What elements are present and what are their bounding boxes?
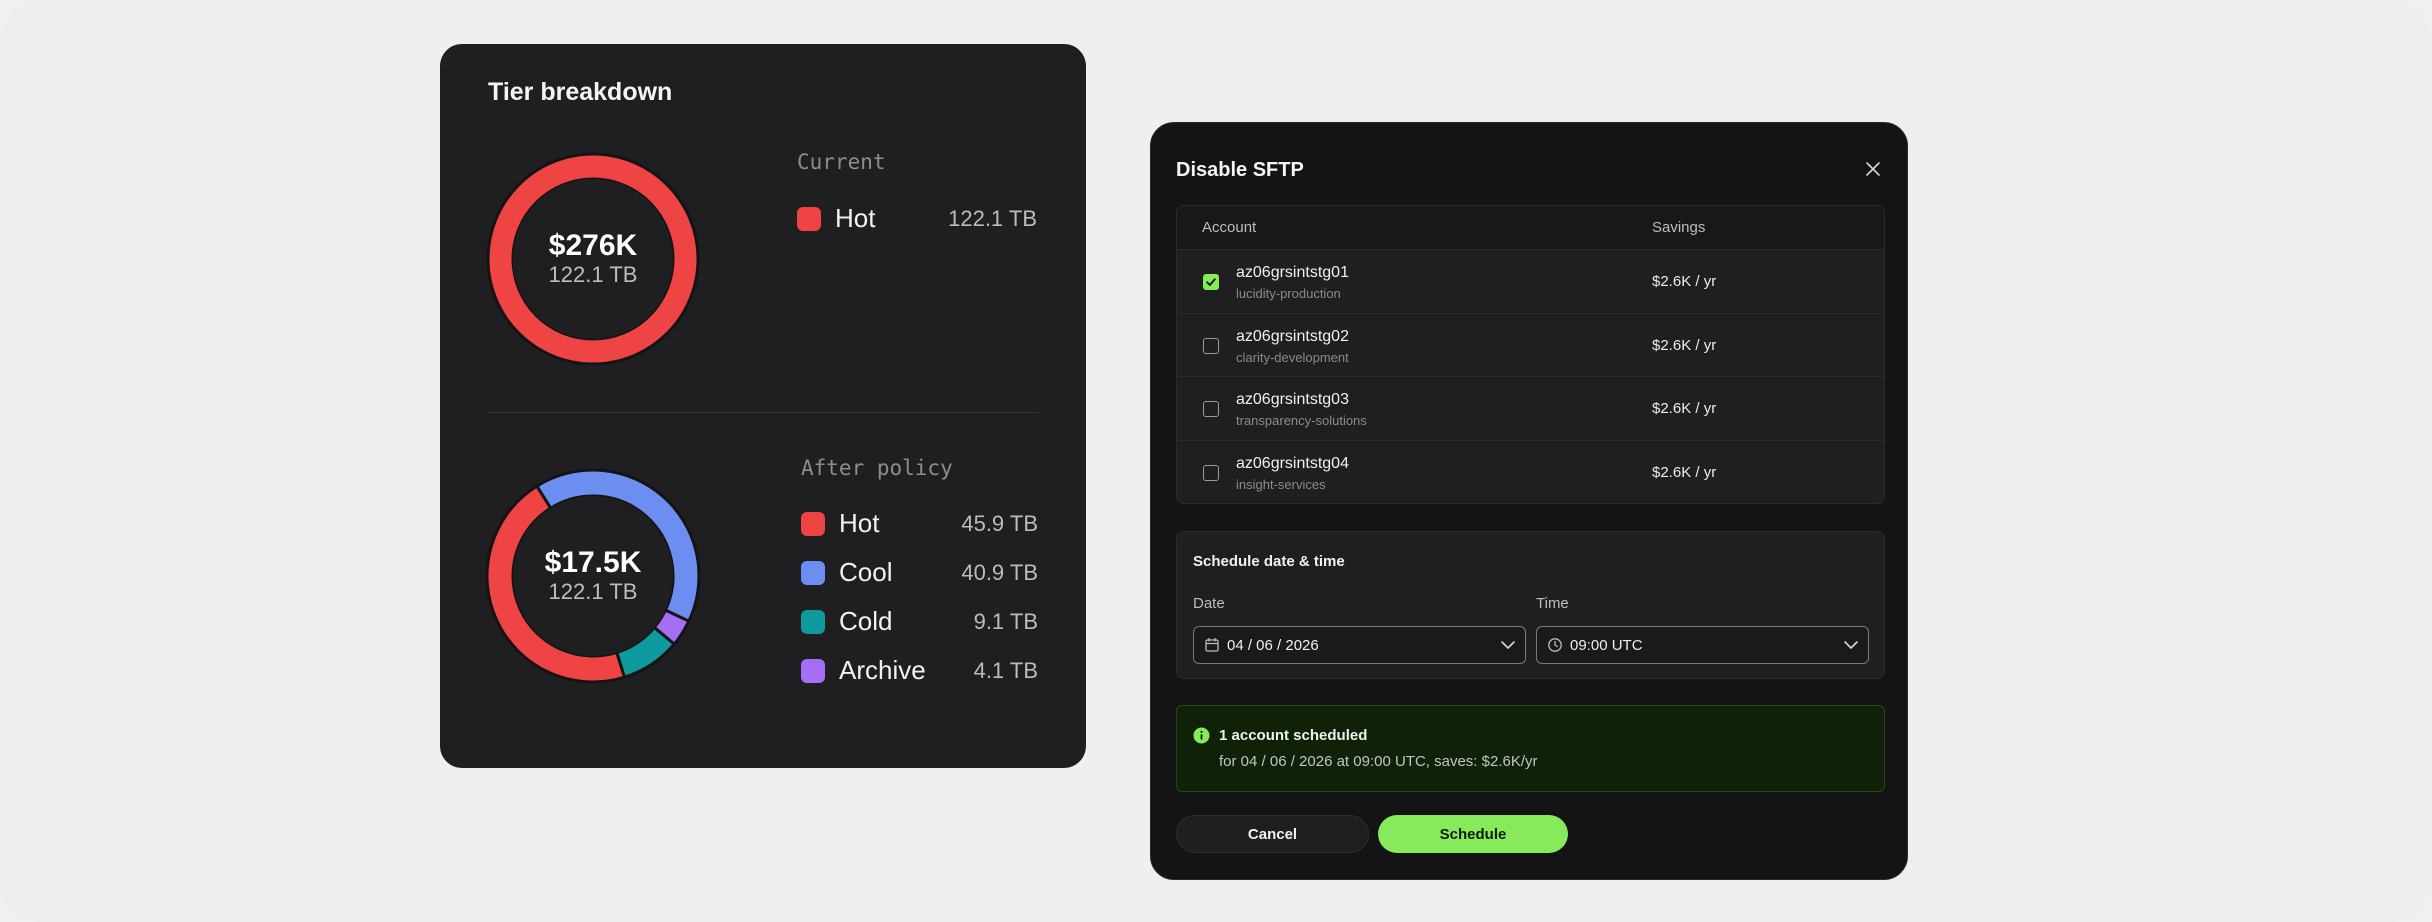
time-select[interactable]: 09:00 UTC <box>1536 626 1869 664</box>
table-row[interactable]: az06grsintstg01 lucidity-production $2.6K … <box>1177 250 1884 314</box>
chevron-down-icon <box>1844 641 1858 649</box>
tier-breakdown-title: Tier breakdown <box>488 78 673 106</box>
date-label: Date <box>1193 595 1225 612</box>
after-policy-legend-item: Hot 45.9 TB <box>801 499 1038 548</box>
account-subtitle: transparency-solutions <box>1236 413 1367 428</box>
column-header-account: Account <box>1202 219 1257 236</box>
after-policy-legend-name: Archive <box>839 655 926 685</box>
current-donut-chart: $276K 122.1 TB <box>485 151 701 367</box>
scheduled-notice: 1 account scheduled for 04 / 06 / 2026 a… <box>1176 705 1885 792</box>
current-legend-swatch <box>797 206 821 231</box>
after-policy-legend-swatch <box>801 658 825 683</box>
info-icon <box>1193 727 1210 744</box>
close-button[interactable] <box>1861 157 1885 181</box>
account-checkbox[interactable] <box>1203 274 1219 290</box>
current-section-label: Current <box>797 150 886 174</box>
account-name: az06grsintstg01 <box>1236 264 1349 281</box>
account-savings: $2.6K / yr <box>1652 400 1717 417</box>
check-icon <box>1206 278 1216 286</box>
disable-sftp-modal: Disable SFTP Account Savings az06grsints… <box>1150 122 1908 880</box>
current-total-size: 122.1 TB <box>548 262 638 288</box>
table-row[interactable]: az06grsintstg04 insight-services $2.6K / y… <box>1177 441 1884 504</box>
cancel-button[interactable]: Cancel <box>1176 815 1369 853</box>
account-savings: $2.6K / yr <box>1652 336 1717 354</box>
clock-icon <box>1548 638 1562 652</box>
notice-title: 1 account scheduled <box>1219 727 1368 744</box>
current-legend-name: Hot <box>835 203 876 233</box>
account-subtitle: lucidity-production <box>1236 286 1341 301</box>
after-policy-legend-name: Cold <box>839 606 893 636</box>
current-legend-item: Hot 122.1 TB <box>797 194 1037 243</box>
account-subtitle: insight-services <box>1236 476 1326 492</box>
after-policy-section-label: After policy <box>801 456 953 480</box>
current-total-value: $276K <box>548 229 638 263</box>
table-body: az06grsintstg01 lucidity-production $2.6K … <box>1177 250 1884 504</box>
schedule-button[interactable]: Schedule <box>1378 815 1568 853</box>
after-policy-total-value: $17.5K <box>544 546 642 580</box>
account-subtitle: clarity-development <box>1236 349 1349 365</box>
account-checkbox[interactable] <box>1203 337 1219 354</box>
account-savings: $2.6K / yr <box>1652 273 1717 290</box>
schedule-section: Schedule date & time Date Time 04 / 06 /… <box>1176 531 1885 679</box>
notice-text: for 04 / 06 / 2026 at 09:00 UTC, saves: … <box>1219 753 1538 770</box>
calendar-icon <box>1205 637 1219 652</box>
after-policy-legend-value: 9.1 TB <box>973 608 1038 634</box>
after-policy-legend-swatch <box>801 609 825 634</box>
schedule-title: Schedule date & time <box>1193 553 1345 570</box>
close-icon <box>1866 162 1880 176</box>
column-header-savings: Savings <box>1652 219 1706 236</box>
after-policy-donut-chart: $17.5K 122.1 TB <box>485 468 701 684</box>
table-header: Account Savings <box>1177 206 1884 250</box>
date-value: 04 / 06 / 2026 <box>1227 637 1319 654</box>
after-policy-legend: Hot 45.9 TB Cool 40.9 TB Cold 9.1 TB Archive 4.… <box>801 499 1038 695</box>
after-policy-legend-value: 40.9 TB <box>961 559 1038 585</box>
account-name: az06grsintstg03 <box>1236 391 1349 408</box>
account-name: az06grsintstg02 <box>1236 327 1349 345</box>
current-donut-center: $276K 122.1 TB <box>485 151 701 367</box>
tier-breakdown-card: Tier breakdown $276K 122.1 TB Current Ho… <box>440 44 1086 768</box>
account-checkbox[interactable] <box>1203 401 1219 417</box>
section-divider <box>488 412 1038 413</box>
table-row[interactable]: az06grsintstg03 transparency-solutions $2.… <box>1177 377 1884 441</box>
modal-title: Disable SFTP <box>1176 159 1304 181</box>
account-name: az06grsintstg04 <box>1236 454 1349 472</box>
after-policy-total-size: 122.1 TB <box>548 579 638 605</box>
chevron-down-icon <box>1501 641 1515 649</box>
time-label: Time <box>1536 595 1569 612</box>
account-savings: $2.6K / yr <box>1652 463 1717 481</box>
date-select[interactable]: 04 / 06 / 2026 <box>1193 626 1526 664</box>
after-policy-legend-value: 4.1 TB <box>973 657 1038 683</box>
account-checkbox[interactable] <box>1203 464 1219 481</box>
table-row[interactable]: az06grsintstg02 clarity-development $2.6K … <box>1177 314 1884 377</box>
after-policy-legend-item: Cool 40.9 TB <box>801 548 1038 597</box>
time-value: 09:00 UTC <box>1570 637 1643 654</box>
after-policy-legend-swatch <box>801 560 825 585</box>
current-legend-value: 122.1 TB <box>948 205 1037 231</box>
accounts-table: Account Savings az06grsintstg01 lucidity-… <box>1176 205 1885 504</box>
after-policy-legend-value: 45.9 TB <box>961 510 1038 536</box>
after-policy-donut-center: $17.5K 122.1 TB <box>485 468 701 684</box>
after-policy-legend-item: Archive 4.1 TB <box>801 646 1038 695</box>
after-policy-legend-item: Cold 9.1 TB <box>801 597 1038 646</box>
after-policy-legend-swatch <box>801 511 825 536</box>
after-policy-legend-name: Cool <box>839 557 893 587</box>
after-policy-legend-name: Hot <box>839 508 880 538</box>
current-legend: Hot 122.1 TB <box>797 194 1037 243</box>
